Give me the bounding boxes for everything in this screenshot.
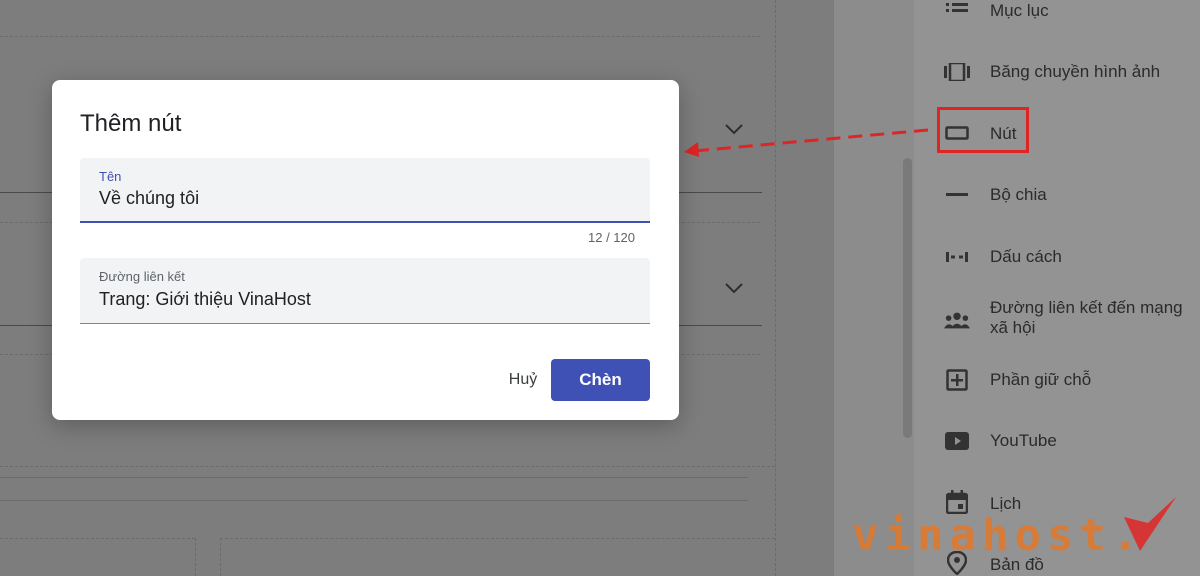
annotation-arrow — [684, 128, 929, 157]
youtube-icon — [944, 429, 970, 453]
link-field-underline — [80, 323, 650, 324]
dialog-title: Thêm nút — [80, 110, 182, 137]
panel-item-label: Bộ chia — [990, 185, 1047, 204]
name-field-label: Tên — [99, 169, 122, 184]
panel-item-label: Đường liên kết đến mạng xã hội — [990, 298, 1183, 337]
panel-item-divider[interactable]: Bộ chia — [914, 183, 1200, 207]
section-divider — [0, 36, 760, 37]
name-field-value[interactable]: Về chúng tôi — [99, 188, 199, 209]
chevron-down-icon[interactable] — [722, 276, 746, 300]
link-field[interactable]: Đường liên kết Trang: Giới thiệu VinaHos… — [80, 258, 650, 324]
section-divider — [220, 538, 221, 576]
watermark-check-icon — [1124, 497, 1176, 551]
panel-item-placeholder[interactable]: Phần giữ chỗ — [914, 368, 1200, 392]
character-counter: 12 / 120 — [588, 230, 635, 245]
panel-item-youtube[interactable]: YouTube — [914, 429, 1200, 453]
section-divider — [220, 538, 775, 539]
insert-button[interactable]: Chèn — [551, 359, 650, 401]
section-divider — [775, 0, 776, 576]
link-field-label: Đường liên kết — [99, 269, 185, 284]
panel-item-label: Phần giữ chỗ — [990, 370, 1092, 389]
section-divider — [0, 477, 748, 478]
section-divider — [0, 500, 748, 501]
panel-item-spacer[interactable]: Dấu cách — [914, 245, 1200, 269]
panel-item-label: Dấu cách — [990, 247, 1062, 266]
divider-icon — [944, 183, 970, 207]
page-gutter — [834, 0, 914, 576]
section-divider — [195, 538, 196, 576]
spacer-icon — [944, 245, 970, 269]
list-icon — [944, 0, 970, 22]
name-field-underline — [80, 221, 650, 223]
panel-item-label: YouTube — [990, 431, 1057, 450]
panel-item-image-carousel[interactable]: Băng chuyền hình ảnh — [914, 60, 1200, 84]
panel-item-table-of-contents[interactable]: Mục lục — [914, 0, 1200, 24]
people-icon — [944, 308, 970, 332]
carousel-icon — [944, 60, 970, 84]
section-divider — [0, 538, 195, 539]
insert-panel: Mục lục Băng chuyền hình ảnh Nút Bộ chia… — [914, 0, 1200, 576]
section-divider — [0, 466, 775, 467]
annotation-highlight-box — [937, 107, 1029, 153]
watermark-logo: vinahost. — [852, 510, 1145, 561]
scrollbar[interactable] — [903, 158, 912, 438]
name-field[interactable]: Tên Về chúng tôi — [80, 158, 650, 223]
panel-item-label: Băng chuyền hình ảnh — [990, 62, 1161, 81]
link-field-value[interactable]: Trang: Giới thiệu VinaHost — [99, 289, 311, 310]
placeholder-icon — [944, 368, 970, 392]
add-button-dialog: Thêm nút Tên Về chúng tôi 12 / 120 Đường… — [52, 80, 679, 420]
panel-item-social-links[interactable]: Đường liên kết đến mạng xã hội — [914, 296, 1200, 340]
panel-item-label: Mục lục — [990, 1, 1049, 20]
